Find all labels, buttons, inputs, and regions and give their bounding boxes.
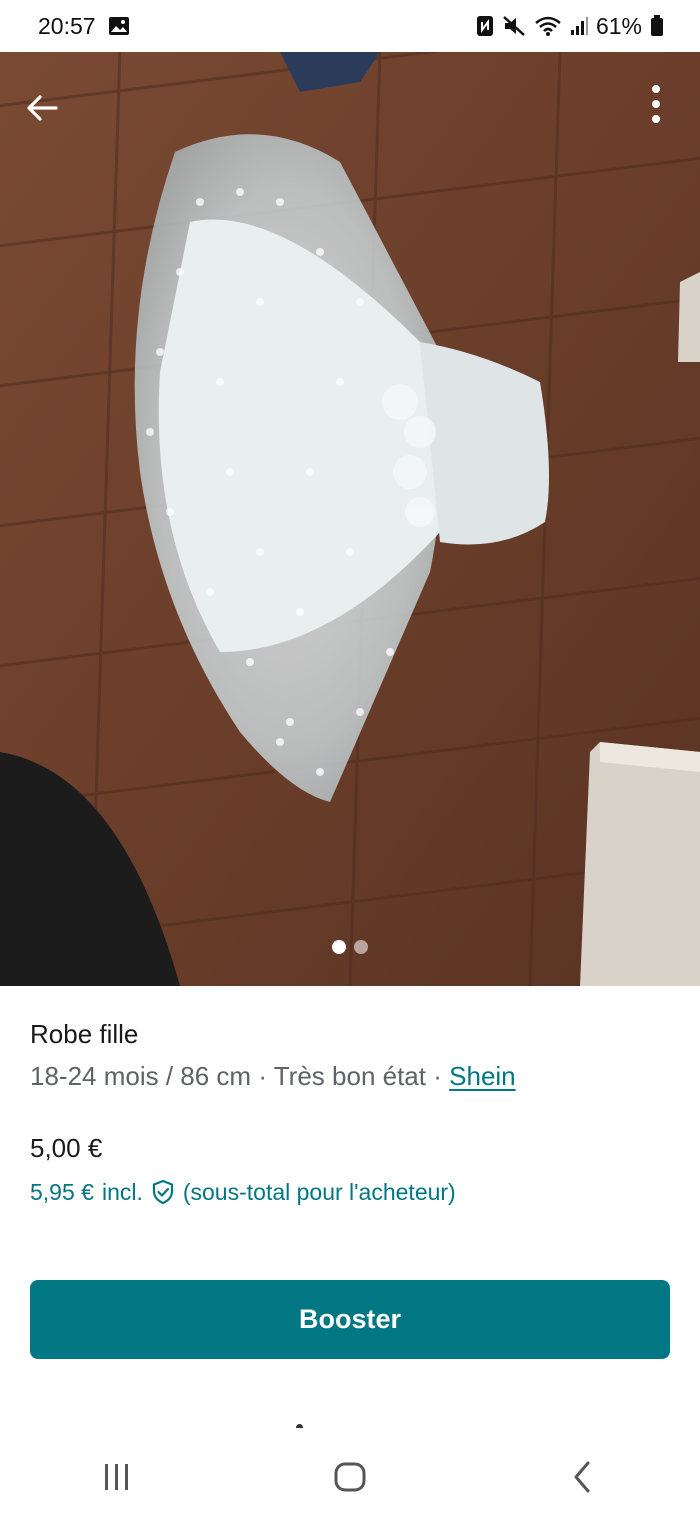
back-arrow-icon (27, 95, 58, 121)
status-time: 20:57 (38, 12, 96, 39)
item-price: 5,00 € (30, 1133, 103, 1163)
buyer-price-row[interactable]: 5,95 € incl. (sous-total pour l'acheteur… (30, 1176, 670, 1208)
buyer-protection-shield-icon (151, 1179, 175, 1205)
booster-button[interactable]: Booster (30, 1280, 670, 1359)
status-right: 61% (476, 13, 664, 40)
back-button[interactable] (22, 88, 62, 128)
buyer-price-amount: 5,95 € (30, 1179, 94, 1205)
home-icon (334, 1462, 366, 1491)
item-brand-link[interactable]: Shein (449, 1061, 516, 1091)
product-photo[interactable] (0, 52, 700, 986)
pagination-dot[interactable] (354, 940, 368, 954)
battery-percent: 61% (595, 12, 642, 39)
mute-icon (502, 15, 526, 37)
item-size: 18-24 mois / 86 cm (30, 1061, 252, 1091)
nav-back-button[interactable] (543, 1447, 623, 1507)
home-button[interactable] (310, 1447, 390, 1507)
item-title: Robe fille (30, 1019, 139, 1049)
system-navigation-bar (0, 1436, 700, 1517)
photo-pagination (0, 940, 700, 954)
item-condition: Très bon état (273, 1061, 426, 1091)
back-icon (574, 1461, 590, 1492)
pagination-dot-active[interactable] (332, 940, 346, 954)
buyer-price-incl-label: incl. (101, 1179, 143, 1205)
gallery-icon (108, 16, 130, 36)
wifi-icon (534, 15, 562, 37)
scroll-hint-indicator (296, 1424, 303, 1428)
nfc-icon (476, 15, 494, 37)
meta-separator: · (258, 1061, 267, 1091)
signal-icon (570, 16, 588, 36)
battery-icon (650, 15, 664, 37)
buyer-price-note: (sous-total pour l'acheteur) (182, 1179, 456, 1205)
recents-button[interactable] (77, 1447, 157, 1507)
dress-photo-image (0, 52, 700, 986)
item-details: Robe fille 18-24 mois / 86 cm · Très bon… (30, 1016, 670, 1208)
status-bar: 20:57 61% (0, 0, 700, 52)
item-meta: 18-24 mois / 86 cm · Très bon état · She… (30, 1054, 670, 1098)
more-options-button[interactable] (636, 82, 676, 126)
recents-icon (104, 1463, 128, 1490)
status-left: 20:57 (38, 13, 130, 40)
meta-separator: · (433, 1061, 442, 1091)
more-vertical-icon (652, 85, 660, 123)
